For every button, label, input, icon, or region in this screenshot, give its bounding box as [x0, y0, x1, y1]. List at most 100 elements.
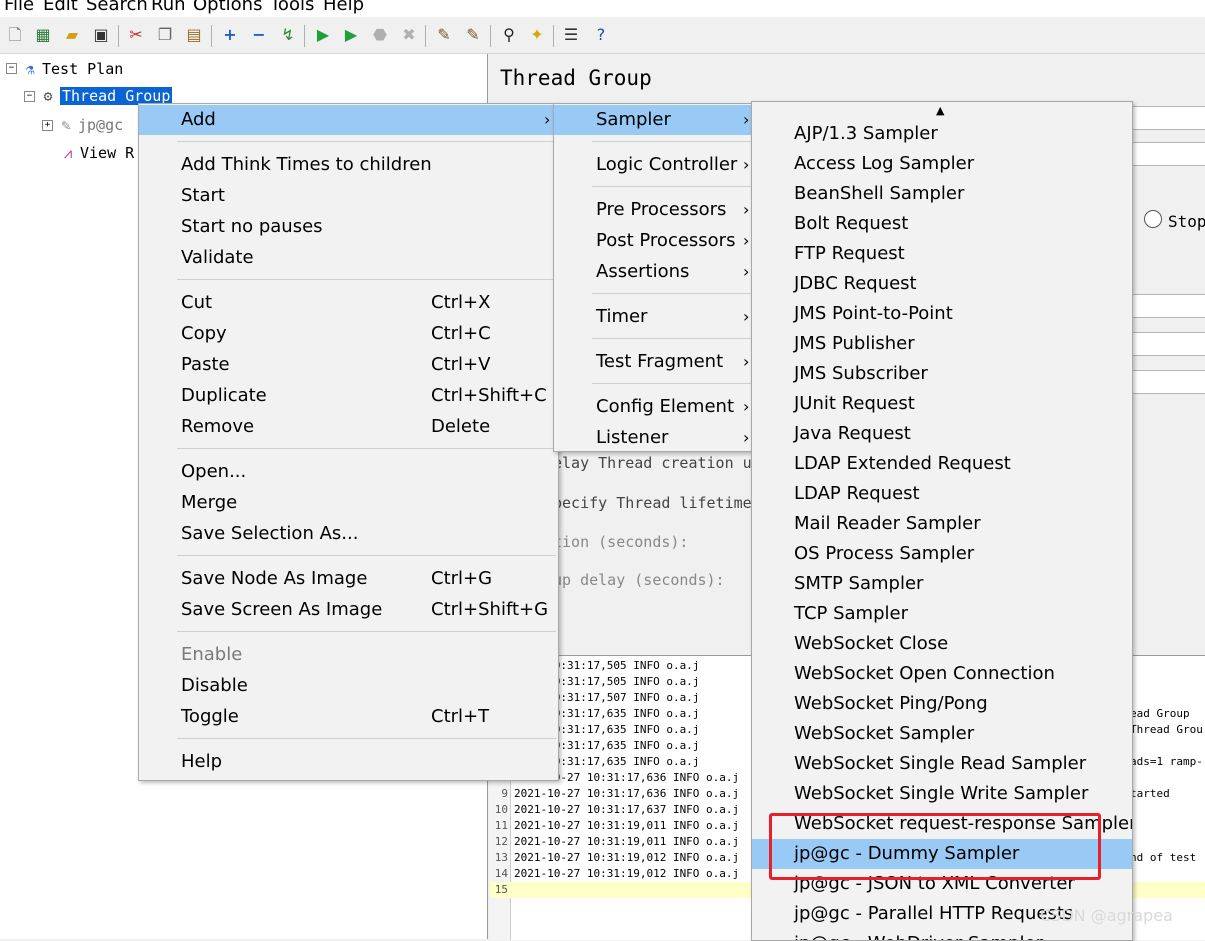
clear-all-icon[interactable]: ✎ — [463, 25, 483, 45]
clear-icon[interactable]: ✎ — [434, 25, 454, 45]
start-no-pause-icon[interactable]: ▶ — [341, 25, 361, 45]
menu-item-disable[interactable]: Disable — [139, 671, 558, 701]
menu-tools[interactable]: Tools — [270, 0, 314, 15]
sampler-item[interactable]: JMS Subscriber — [752, 359, 1132, 389]
tree-node-jp-gc[interactable]: ✎ jp@gc — [58, 116, 123, 134]
sampler-item[interactable]: WebSocket Sampler — [752, 719, 1132, 749]
menu-bar: File Edit Search Run Options Tools Help — [0, 0, 1205, 17]
menu-item-sampler[interactable]: Sampler › — [554, 105, 754, 135]
sampler-item[interactable]: WebSocket Ping/Pong — [752, 689, 1132, 719]
sampler-item[interactable]: TCP Sampler — [752, 599, 1132, 629]
shutdown-icon[interactable]: ✖ — [399, 25, 419, 45]
open-icon[interactable]: ▰ — [62, 25, 82, 45]
menu-item-timer[interactable]: Timer › — [554, 302, 754, 332]
sampler-item[interactable]: JMS Point-to-Point — [752, 299, 1132, 329]
menu-item-save-node-image[interactable]: Save Node As Image Ctrl+G — [139, 564, 558, 594]
toggle-icon[interactable]: ↯ — [278, 25, 298, 45]
sampler-item[interactable]: LDAP Request — [752, 479, 1132, 509]
menu-item-validate[interactable]: Validate — [139, 243, 558, 273]
expand-jp-gc-toggle[interactable]: + — [42, 120, 53, 131]
menu-item-test-fragment[interactable]: Test Fragment › — [554, 347, 754, 377]
sampler-item[interactable]: SMTP Sampler — [752, 569, 1132, 599]
reset-search-icon[interactable]: ✦ — [527, 25, 547, 45]
copy-icon[interactable]: ❐ — [155, 25, 175, 45]
menu-item-toggle[interactable]: Toggle Ctrl+T — [139, 702, 558, 732]
scroll-up-icon[interactable]: ▲ — [936, 104, 944, 117]
tree-node-label: jp@gc — [78, 116, 124, 134]
menu-item-paste[interactable]: Paste Ctrl+V — [139, 350, 558, 380]
menu-separator — [177, 555, 556, 556]
menu-item-remove[interactable]: Remove Delete — [139, 412, 558, 442]
sampler-item[interactable]: Bolt Request — [752, 209, 1132, 239]
sampler-item[interactable]: BeanShell Sampler — [752, 179, 1132, 209]
name-field[interactable] — [1130, 106, 1205, 130]
menu-item-listener[interactable]: Listener › — [554, 423, 754, 453]
menu-item-save-screen-image[interactable]: Save Screen As Image Ctrl+Shift+G — [139, 595, 558, 625]
menu-options[interactable]: Options — [193, 0, 262, 15]
menu-item-assertions[interactable]: Assertions › — [554, 257, 754, 287]
menu-run[interactable]: Run — [151, 0, 186, 15]
stop-radio[interactable] — [1144, 210, 1162, 228]
sampler-item[interactable]: Access Log Sampler — [752, 149, 1132, 179]
menu-item-pre-processors[interactable]: Pre Processors › — [554, 195, 754, 225]
templates-icon[interactable]: ▦ — [33, 25, 53, 45]
menu-item-cut[interactable]: Cut Ctrl+X — [139, 288, 558, 318]
collapse-icon[interactable]: − — [249, 25, 269, 45]
rampup-field[interactable] — [1130, 332, 1205, 356]
comments-field[interactable] — [1130, 142, 1205, 166]
sampler-item[interactable]: WebSocket Single Write Sampler — [752, 779, 1132, 809]
menu-item-copy[interactable]: Copy Ctrl+C — [139, 319, 558, 349]
function-helper-icon[interactable]: ☰ — [561, 25, 581, 45]
search-icon[interactable]: ⚲ — [499, 25, 519, 45]
menu-help[interactable]: Help — [323, 0, 364, 15]
menu-item-start[interactable]: Start — [139, 181, 558, 211]
save-icon[interactable]: ▣ — [91, 25, 111, 45]
cut-icon[interactable]: ✂ — [126, 25, 146, 45]
sampler-item[interactable]: OS Process Sampler — [752, 539, 1132, 569]
menu-file[interactable]: File — [4, 0, 34, 15]
menu-item-add-think-times[interactable]: Add Think Times to children — [139, 150, 558, 180]
collapse-thread-group-toggle[interactable]: − — [24, 91, 35, 102]
toolbar-separator — [211, 25, 212, 47]
menu-edit[interactable]: Edit — [43, 0, 78, 15]
gear-icon: ⚙ — [43, 87, 53, 105]
menu-item-save-selection[interactable]: Save Selection As... — [139, 519, 558, 549]
menu-item-config-element[interactable]: Config Element › — [554, 392, 754, 422]
log-right-text: ads=1 ramp- — [1130, 755, 1203, 768]
sampler-item[interactable]: AJP/1.3 Sampler — [752, 119, 1132, 149]
sampler-item[interactable]: Mail Reader Sampler — [752, 509, 1132, 539]
menu-item-open[interactable]: Open... — [139, 457, 558, 487]
paste-icon[interactable]: ▤ — [184, 25, 204, 45]
menu-separator — [177, 448, 556, 449]
menu-item-merge[interactable]: Merge — [139, 488, 558, 518]
sampler-item[interactable]: FTP Request — [752, 239, 1132, 269]
sampler-item[interactable]: WebSocket Single Read Sampler — [752, 749, 1132, 779]
sampler-item[interactable]: Java Request — [752, 419, 1132, 449]
threads-field[interactable] — [1130, 294, 1205, 318]
collapse-test-plan-toggle[interactable]: − — [6, 63, 17, 74]
sampler-item[interactable]: WebSocket Open Connection — [752, 659, 1132, 689]
sampler-item[interactable]: JUnit Request — [752, 389, 1132, 419]
help-icon[interactable]: ? — [591, 25, 611, 45]
menu-item-help[interactable]: Help — [139, 747, 558, 777]
sampler-item[interactable]: LDAP Extended Request — [752, 449, 1132, 479]
new-icon[interactable]: 🗋 — [5, 25, 25, 45]
sampler-item[interactable]: JMS Publisher — [752, 329, 1132, 359]
menu-item-duplicate[interactable]: Duplicate Ctrl+Shift+C — [139, 381, 558, 411]
sampler-item[interactable]: JDBC Request — [752, 269, 1132, 299]
pen-icon: ✎ — [61, 116, 71, 134]
loop-field[interactable] — [1130, 370, 1205, 394]
start-icon[interactable]: ▶ — [313, 25, 333, 45]
toolbar: 🗋 ▦ ▰ ▣ ✂ ❐ ▤ + − ↯ ▶ ▶ ⬣ ✖ ✎ ✎ ⚲ ✦ ☰ ? — [0, 19, 1205, 54]
sampler-item[interactable]: jp@gc - WebDriver Sampler — [752, 929, 1132, 940]
menu-item-start-no-pauses[interactable]: Start no pauses — [139, 212, 558, 242]
tree-node-view-results[interactable]: ⩘ View R — [60, 144, 134, 162]
expand-icon[interactable]: + — [220, 25, 240, 45]
stop-icon[interactable]: ⬣ — [370, 25, 390, 45]
menu-item-add[interactable]: Add › — [139, 105, 558, 135]
menu-item-logic-controller[interactable]: Logic Controller › — [554, 150, 754, 180]
sampler-item[interactable]: WebSocket Close — [752, 629, 1132, 659]
menu-search[interactable]: Search — [86, 0, 148, 15]
menu-item-post-processors[interactable]: Post Processors › — [554, 226, 754, 256]
tree-node-test-plan[interactable]: ⚗ Test Plan — [22, 60, 123, 78]
